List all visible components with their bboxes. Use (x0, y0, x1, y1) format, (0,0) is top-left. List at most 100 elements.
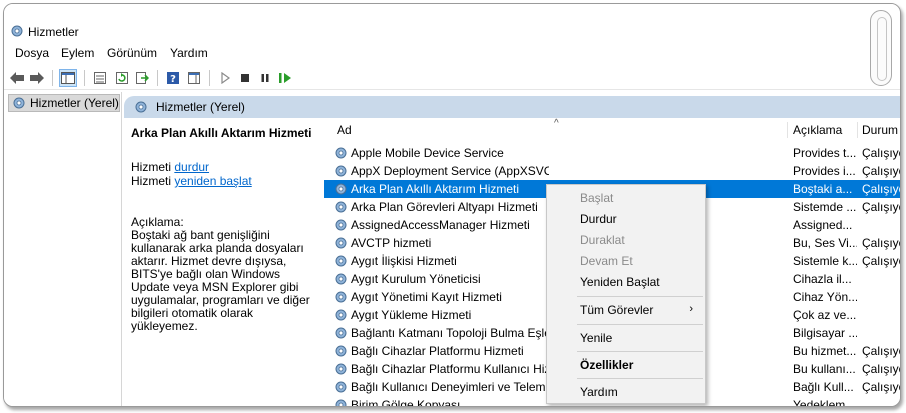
service-gear-icon (334, 362, 348, 376)
service-row[interactable]: AppX Deployment Service (AppXSVC) Provide… (324, 162, 900, 180)
export-list-icon[interactable] (133, 69, 151, 87)
show-action-pane-icon[interactable] (185, 69, 203, 87)
service-status-cell: Çalışıyor (862, 362, 900, 376)
service-gear-icon (334, 164, 348, 178)
console-tree: Hizmetler (Yerel) (4, 92, 122, 406)
forward-arrow-icon[interactable] (28, 69, 46, 87)
service-description-cell: Provides t... (793, 146, 857, 160)
help-icon[interactable]: ? (164, 69, 182, 87)
service-gear-icon (334, 254, 348, 268)
service-name: Aygıt İlişkisi Hizmeti (351, 254, 457, 268)
panel-header: Hizmetler (Yerel) (124, 96, 900, 118)
service-status-cell: Çalışıyor (862, 236, 900, 250)
ctx-refresh[interactable]: Yenile (547, 328, 705, 348)
restart-service-line: Hizmeti yeniden başlat (131, 174, 252, 188)
service-description-cell: Bu, Ses Vi... (793, 236, 857, 250)
restart-service-link[interactable]: yeniden başlat (174, 174, 251, 188)
service-description-cell: Cihazla il... (793, 272, 852, 286)
service-description-cell: Yedeklem... (793, 398, 856, 407)
stop-service-link[interactable]: durdur (174, 160, 209, 174)
ctx-restart[interactable]: Yeniden Başlat (547, 272, 705, 292)
selected-service-title: Arka Plan Akıllı Aktarım Hizmeti (131, 126, 312, 140)
menu-help[interactable]: Yardım (168, 46, 210, 60)
service-status-cell: Çalışıyor (862, 254, 900, 268)
service-status-cell: Çalışıyor (862, 344, 900, 358)
ctx-resume[interactable]: Devam Et (547, 251, 705, 271)
service-status-cell: Çalışıyor (862, 164, 900, 178)
service-name: Arka Plan Görevleri Altyapı Hizmeti (351, 200, 538, 214)
column-header-description[interactable]: Açıklama (793, 118, 857, 142)
service-description-cell: Bu hizmet... (793, 344, 857, 358)
window-title: Hizmetler (28, 25, 79, 39)
ctx-start[interactable]: Başlat (547, 188, 705, 208)
service-description-cell: Çok az ve... (793, 308, 857, 322)
services-gear-icon (12, 96, 26, 110)
service-name: Birim Gölge Kopyası (351, 398, 461, 407)
ctx-help[interactable]: Yardım (547, 382, 705, 402)
services-window: Hizmetler Dosya Eylem Görünüm Yardım ? H… (3, 3, 901, 407)
service-name: Bağlı Cihazlar Platformu Kullanıcı Hizme… (351, 362, 549, 376)
service-gear-icon (334, 344, 348, 358)
service-name: AssignedAccessManager Hizmeti (351, 218, 530, 232)
menu-file[interactable]: Dosya (13, 46, 51, 60)
service-name: Arka Plan Akıllı Aktarım Hizmeti (351, 182, 520, 196)
extended-pane: Arka Plan Akıllı Aktarım Hizmeti Hizmeti… (124, 118, 324, 406)
service-description-cell: Assigned... (793, 218, 853, 232)
service-gear-icon (334, 182, 348, 196)
back-arrow-icon[interactable] (8, 69, 26, 87)
service-description-cell: Sistemle k... (793, 254, 857, 268)
panel-header-title: Hizmetler (Yerel) (156, 100, 245, 114)
service-name: AppX Deployment Service (AppXSVC) (351, 164, 549, 178)
ctx-pause[interactable]: Duraklat (547, 230, 705, 250)
toolbar: ? (4, 66, 900, 90)
menu-action[interactable]: Eylem (59, 46, 96, 60)
services-gear-icon (10, 24, 24, 38)
show-hide-console-tree-icon[interactable] (59, 69, 77, 87)
service-gear-icon (334, 380, 348, 394)
restart-service-icon[interactable] (276, 69, 294, 87)
svg-text:?: ? (170, 74, 176, 85)
ctx-properties[interactable]: Özellikler (547, 355, 705, 375)
service-description: Boştaki ağ bant genişliğini kullanarak a… (131, 228, 310, 333)
service-name: Aygıt Yönetimi Kayıt Hizmeti (351, 290, 502, 304)
tree-item-label: Hizmetler (Yerel) (30, 96, 119, 110)
start-service-icon[interactable] (216, 69, 234, 87)
service-name: Bağlantı Katmanı Topoloji Bulma Eşleyici… (351, 326, 549, 340)
pause-service-icon[interactable] (256, 69, 274, 87)
column-header-name[interactable]: Ad (337, 118, 787, 142)
service-gear-icon (334, 236, 348, 250)
column-header-status[interactable]: Durum (862, 118, 900, 142)
service-gear-icon (334, 200, 348, 214)
tree-item-services-local[interactable]: Hizmetler (Yerel) (8, 94, 120, 112)
service-status-cell: Çalışıyor (862, 146, 900, 160)
service-name: Apple Mobile Device Service (351, 146, 504, 160)
service-row[interactable]: Apple Mobile Device Service Provides t...… (324, 144, 900, 162)
service-gear-icon (334, 398, 348, 406)
menu-bar: Dosya Eylem Görünüm Yardım (4, 44, 900, 64)
service-description-cell: Bilgisayar ... (793, 326, 857, 340)
service-gear-icon (334, 146, 348, 160)
service-name: Bağlı Kullanıcı Deneyimleri ve Telemetri (351, 380, 549, 394)
service-description-cell: Bağlı Kull... (793, 380, 854, 394)
service-gear-icon (334, 290, 348, 304)
service-gear-icon (334, 308, 348, 322)
service-name: AVCTP hizmeti (351, 236, 432, 250)
service-name: Bağlı Cihazlar Platformu Hizmeti (351, 344, 524, 358)
service-description-cell: Provides i... (793, 164, 856, 178)
service-name: Aygıt Yükleme Hizmeti (351, 308, 472, 322)
menu-view[interactable]: Görünüm (105, 46, 159, 60)
ctx-stop[interactable]: Durdur (547, 209, 705, 229)
properties-sheet-icon[interactable] (91, 69, 109, 87)
context-menu: Başlat Durdur Duraklat Devam Et Yeniden … (546, 184, 706, 404)
service-description-cell: Sistemde ... (793, 200, 857, 214)
service-status-cell: Çalışıyor (862, 182, 900, 196)
service-name: Aygıt Kurulum Yöneticisi (351, 272, 481, 286)
stop-service-icon[interactable] (236, 69, 254, 87)
title-bar[interactable]: Hizmetler (4, 4, 900, 86)
service-status-cell: Çalışıyor (862, 200, 900, 214)
refresh-icon[interactable] (113, 69, 131, 87)
services-gear-icon (134, 100, 148, 114)
service-description-cell: Boştaki a... (793, 182, 853, 196)
ctx-all-tasks[interactable]: Tüm Görevler › (547, 300, 705, 320)
service-gear-icon (334, 218, 348, 232)
